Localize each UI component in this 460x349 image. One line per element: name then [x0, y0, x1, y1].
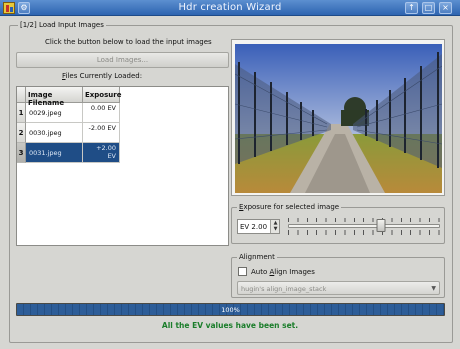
- maximize-button[interactable]: □: [422, 2, 435, 14]
- table-row-filename[interactable]: 0029.jpeg: [26, 103, 83, 123]
- ev-value[interactable]: EV 2.00: [240, 223, 267, 231]
- image-table[interactable]: Image Filename Exposure 1 0029.jpeg 0.00…: [16, 86, 229, 246]
- status-message: All the EV values have been set.: [161, 321, 299, 330]
- spin-arrows: ▲ ▼: [270, 220, 279, 233]
- row-header[interactable]: 3: [17, 143, 26, 163]
- slider-track[interactable]: [288, 224, 440, 228]
- preview-image: [235, 44, 442, 193]
- spin-down-icon[interactable]: ▼: [272, 226, 279, 232]
- load-images-button[interactable]: Load Images...: [16, 52, 229, 68]
- table-row-filename[interactable]: 0031.jpeg: [26, 143, 83, 163]
- auto-align-checkbox[interactable]: [238, 267, 247, 276]
- ev-spinbox[interactable]: EV 2.00 ▲ ▼: [237, 219, 280, 234]
- table-row-filename[interactable]: 0030.jpeg: [26, 123, 83, 143]
- exposure-group: Exposure for selected image EV 2.00 ▲ ▼: [231, 203, 445, 244]
- progress-bar: 100%: [16, 303, 445, 316]
- align-method-combo[interactable]: hugin's align_image_stack ▼: [237, 281, 440, 295]
- files-loaded-label: Files Currently Loaded:: [62, 72, 142, 80]
- image-preview: [231, 39, 445, 196]
- window-title: Hdr creation Wizard: [178, 2, 282, 13]
- table-corner: [17, 87, 26, 103]
- combo-value: hugin's align_image_stack: [241, 285, 327, 293]
- table-row-exposure[interactable]: 0.00 EV: [83, 103, 120, 123]
- row-header[interactable]: 2: [17, 123, 26, 143]
- chevron-down-icon[interactable]: ▼: [431, 285, 436, 292]
- table-row-exposure[interactable]: +2.00 EV: [83, 143, 120, 163]
- check-label-post: lign Images: [274, 268, 315, 276]
- table-row-exposure[interactable]: -2.00 EV: [83, 123, 120, 143]
- slider-thumb[interactable]: [376, 219, 386, 232]
- row-header[interactable]: 1: [17, 103, 26, 123]
- progress-label: 100%: [221, 306, 240, 314]
- filename-column-header[interactable]: Image Filename: [26, 87, 83, 107]
- auto-align-label[interactable]: Auto Align Images: [251, 268, 315, 276]
- check-label-pre: Auto: [251, 268, 270, 276]
- alignment-group-title: Alignment: [237, 253, 277, 261]
- slider-ticks: [288, 230, 440, 235]
- files-label-text: iles Currently Loaded:: [65, 72, 143, 80]
- instruction-text: Click the button below to load the input…: [45, 38, 212, 46]
- exposure-title-text: xposure for selected image: [243, 203, 340, 211]
- slider-ticks-top: [288, 218, 440, 222]
- shade-button[interactable]: ↑: [405, 2, 418, 14]
- close-button[interactable]: ×: [439, 2, 452, 14]
- title-bar: ⚙ Hdr creation Wizard ↑ □ ×: [0, 0, 460, 16]
- exposure-column-header[interactable]: Exposure: [83, 87, 121, 103]
- exposure-slider[interactable]: [288, 217, 440, 239]
- alignment-group: Alignment Auto Align Images hugin's alig…: [231, 253, 445, 298]
- exposure-group-title: Exposure for selected image: [237, 203, 342, 211]
- group-title: [1/2] Load Input Images: [18, 21, 106, 29]
